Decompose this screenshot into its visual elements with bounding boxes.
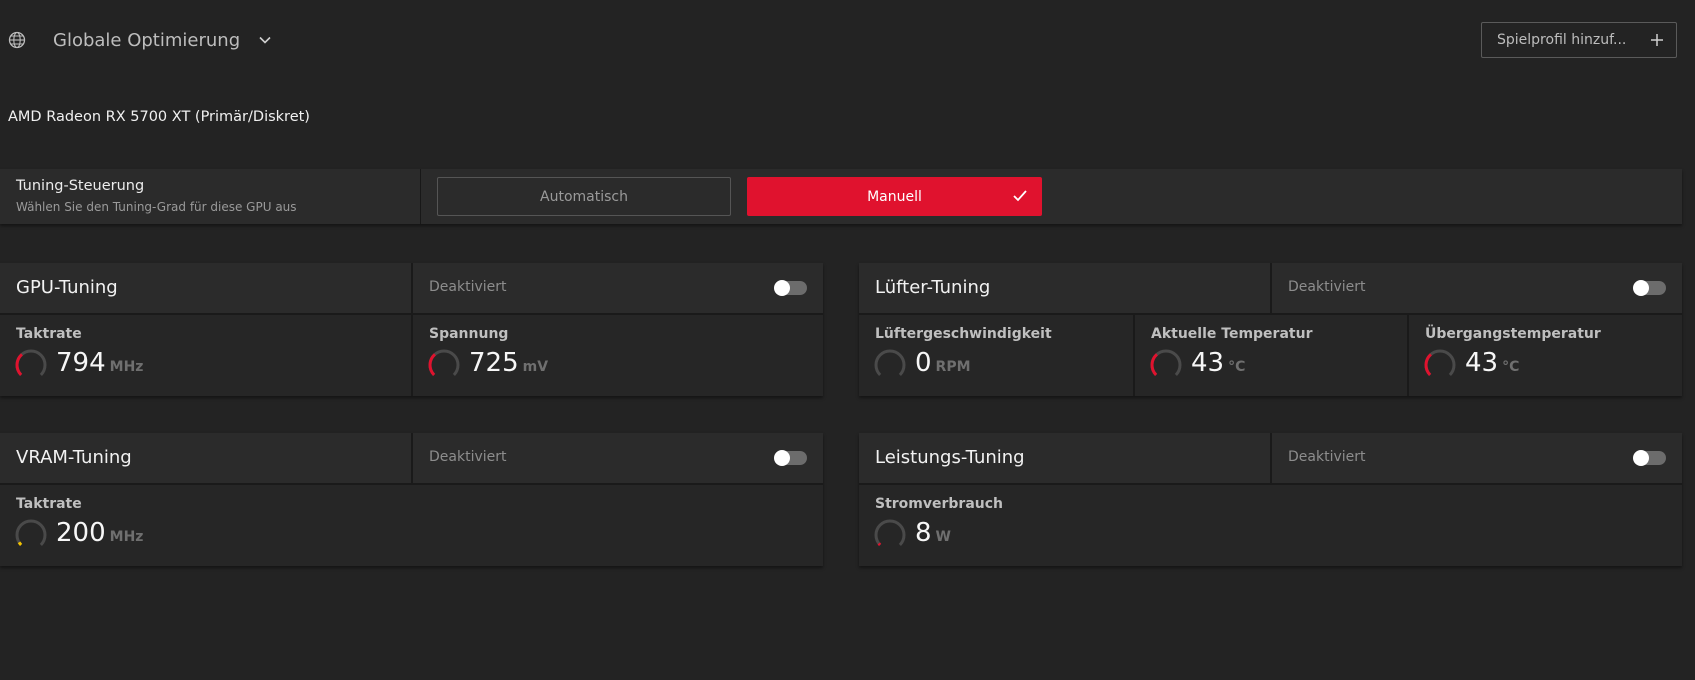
fan-tuning-header: Lüfter-Tuning Deaktiviert (859, 263, 1682, 315)
gauge-track (874, 349, 906, 376)
metric-value: 8 (915, 518, 932, 548)
toggle-knob (774, 450, 790, 466)
fan-tuning-panel: Lüfter-Tuning Deaktiviert Lüftergeschwin… (859, 263, 1682, 396)
gpu-tuning-status-text: Deaktiviert (429, 279, 507, 295)
tuning-control-subtitle: Wählen Sie den Tuning-Grad für diese GPU… (16, 200, 297, 214)
gpu-tuning-status: Deaktiviert (411, 263, 823, 313)
power-tuning-status-text: Deaktiviert (1288, 449, 1366, 465)
power-tuning-title: Leistungs-Tuning (875, 447, 1025, 468)
gpu-name: AMD Radeon RX 5700 XT (Primär/Diskret) (8, 109, 310, 125)
metric-unit: mV (522, 359, 549, 375)
metric-label: Stromverbrauch (875, 496, 1004, 512)
checkmark-icon (1013, 190, 1027, 202)
gpu-tuning-panel: GPU-Tuning Deaktiviert Taktrate 794 MHz S… (0, 263, 823, 396)
fan-tuning-title: Lüfter-Tuning (875, 277, 991, 298)
metric-value: 794 (56, 348, 106, 378)
vram-tuning-status: Deaktiviert (411, 433, 823, 483)
gauge-icon (1150, 349, 1182, 376)
gauge-fill (428, 353, 436, 376)
gauge-track (874, 519, 906, 546)
metric-label: Taktrate (16, 496, 82, 512)
plus-icon (1651, 34, 1663, 46)
fan-tuning-toggle[interactable] (1633, 280, 1666, 296)
vram-clock-metric: Taktrate 200 MHz (0, 485, 823, 566)
gpu-voltage-metric: Spannung 725 mV (411, 315, 825, 396)
metric-value: 0 (915, 348, 932, 378)
metric-unit: °C (1228, 359, 1246, 375)
add-game-profile-button[interactable]: Spielprofil hinzuf... (1481, 22, 1677, 58)
gauge-icon (874, 349, 906, 376)
gauge-fill (17, 541, 23, 546)
gpu-tuning-title: GPU-Tuning (16, 277, 118, 298)
metric-label: Übergangstemperatur (1425, 326, 1601, 342)
toggle-knob (1633, 450, 1649, 466)
metric-value: 43 (1465, 348, 1499, 378)
metric-label: Spannung (429, 326, 509, 342)
power-tuning-status: Deaktiviert (1270, 433, 1682, 483)
metric-unit: °C (1502, 359, 1520, 375)
manual-button[interactable]: Manuell (747, 177, 1042, 216)
gauge-icon (1424, 349, 1456, 376)
power-tuning-panel: Leistungs-Tuning Deaktiviert Stromverbra… (859, 433, 1682, 566)
gauge-fill (15, 353, 23, 376)
fan-tuning-status-text: Deaktiviert (1288, 279, 1366, 295)
gauge-fill (877, 542, 882, 546)
gpu-clock-metric: Taktrate 794 MHz (0, 315, 411, 396)
tuning-control-title: Tuning-Steuerung (16, 178, 145, 194)
metric-unit: MHz (109, 529, 144, 545)
power-consumption-metric: Stromverbrauch 8W (859, 485, 1682, 566)
metric-value: 725 (469, 348, 519, 378)
gauge-icon (874, 519, 906, 546)
vram-tuning-status-text: Deaktiviert (429, 449, 507, 465)
add-game-profile-label: Spielprofil hinzuf... (1497, 32, 1627, 48)
vram-tuning-header: VRAM-Tuning Deaktiviert (0, 433, 823, 485)
fan-tuning-status: Deaktiviert (1270, 263, 1682, 313)
gauge-fill (1424, 353, 1432, 376)
gauge-icon (15, 349, 47, 376)
current-temperature-metric: Aktuelle Temperatur 43 °C (1133, 315, 1409, 396)
junction-temperature-metric: Übergangstemperatur 43 °C (1407, 315, 1684, 396)
gauge-track (15, 519, 47, 546)
metric-label: Aktuelle Temperatur (1151, 326, 1313, 342)
metric-unit: RPM (935, 359, 971, 375)
profile-selector-dropdown[interactable]: Globale Optimierung (53, 26, 272, 54)
chevron-down-icon (259, 36, 271, 44)
power-tuning-header: Leistungs-Tuning Deaktiviert (859, 433, 1682, 485)
globe-icon (8, 31, 26, 49)
vram-tuning-title: VRAM-Tuning (16, 447, 132, 468)
vram-tuning-toggle[interactable] (774, 450, 807, 466)
profile-selector-label: Globale Optimierung (53, 29, 241, 51)
gpu-tuning-toggle[interactable] (774, 280, 807, 296)
gauge-fill (1150, 353, 1158, 376)
metric-label: Lüftergeschwindigkeit (875, 326, 1052, 342)
tuning-control-info: Tuning-Steuerung Wählen Sie den Tuning-G… (0, 169, 421, 224)
toggle-knob (1633, 280, 1649, 296)
metric-value: 200 (56, 518, 106, 548)
metric-label: Taktrate (16, 326, 82, 342)
gauge-icon (15, 519, 47, 546)
manual-button-label: Manuell (867, 188, 922, 205)
automatic-button[interactable]: Automatisch (437, 177, 731, 216)
metric-unit: W (935, 529, 951, 545)
toggle-knob (774, 280, 790, 296)
power-tuning-toggle[interactable] (1633, 450, 1666, 466)
metric-unit: MHz (109, 359, 144, 375)
fan-speed-metric: Lüftergeschwindigkeit 0 RPM (859, 315, 1133, 396)
gpu-tuning-header: GPU-Tuning Deaktiviert (0, 263, 823, 315)
vram-tuning-panel: VRAM-Tuning Deaktiviert Taktrate 200 MHz (0, 433, 823, 566)
gauge-icon (428, 349, 460, 376)
tuning-control-panel: Tuning-Steuerung Wählen Sie den Tuning-G… (0, 169, 1682, 224)
metric-value: 43 (1191, 348, 1225, 378)
